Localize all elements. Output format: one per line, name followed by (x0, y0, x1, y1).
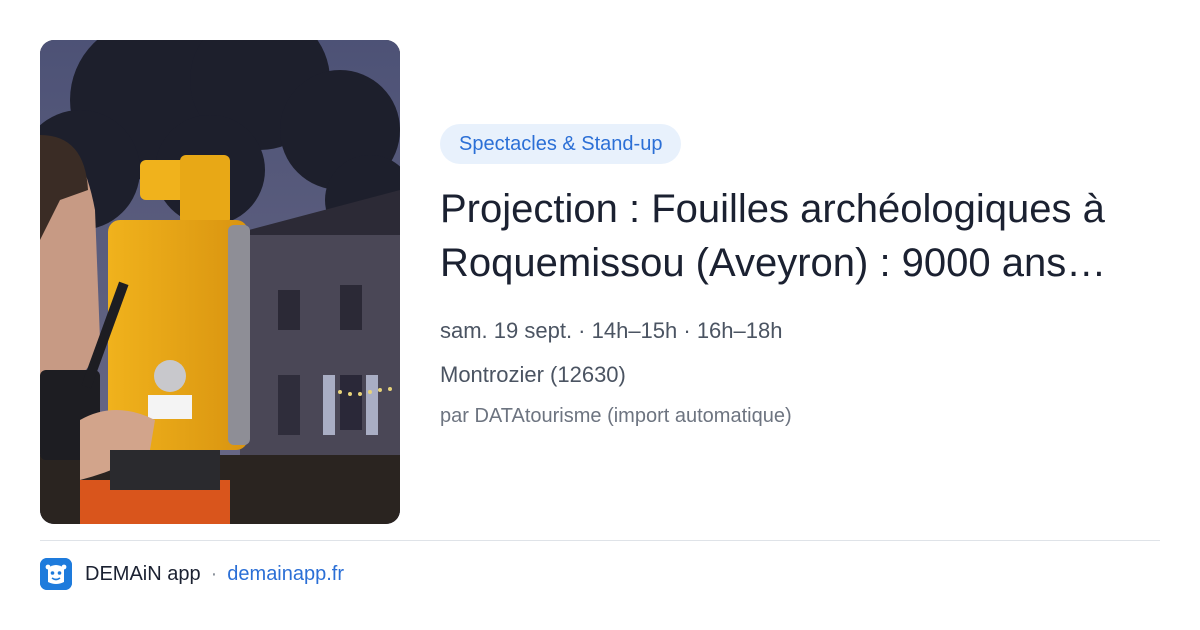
category-chip[interactable]: Spectacles & Stand-up (440, 124, 682, 164)
event-source: par DATAtourisme (import automatique) (440, 405, 792, 427)
separator-dot: · (210, 562, 218, 585)
footer: DEMAiN app · demainapp.fr (40, 558, 344, 590)
app-domain-link[interactable]: demainapp.fr (227, 563, 344, 586)
event-details: Spectacles & Stand-up Projection : Fouil… (440, 124, 1160, 430)
app-name[interactable]: DEMAiN app (85, 563, 201, 586)
divider (40, 540, 1160, 541)
event-date-time: sam. 19 sept. · 14h–15h · 16h–18h (440, 318, 783, 343)
event-title[interactable]: Projection : Fouilles archéologiques à R… (440, 182, 1155, 290)
link-preview-card[interactable]: Spectacles & Stand-up Projection : Fouil… (0, 0, 1200, 630)
event-location: Montrozier (12630) (440, 362, 626, 387)
demain-app-logo-icon[interactable] (40, 558, 72, 590)
event-photo[interactable] (40, 40, 400, 524)
event-photo-illustration (40, 40, 400, 524)
